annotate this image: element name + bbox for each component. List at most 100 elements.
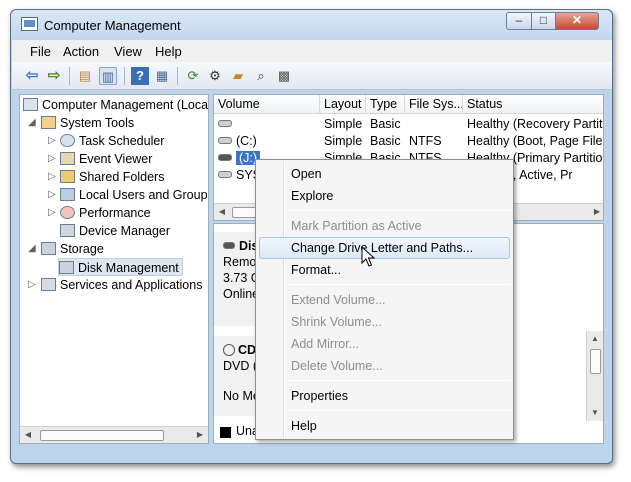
disk-management-icon xyxy=(59,261,74,274)
scroll-right-icon[interactable]: ▶ xyxy=(589,204,603,220)
menu-item-help[interactable]: Help xyxy=(259,415,510,437)
cell-file-system: NTFS xyxy=(409,134,442,148)
tree-node-event-viewer[interactable]: Event Viewer xyxy=(60,150,152,168)
refresh-icon[interactable]: ⟳ xyxy=(184,67,202,85)
maximize-button[interactable]: □ xyxy=(531,12,556,30)
context-menu: Open Explore Mark Partition as Active Ch… xyxy=(255,159,514,440)
toolbar-separator xyxy=(124,67,125,85)
title-bar[interactable]: Computer Management – □ ✕ xyxy=(11,10,612,40)
unallocated-legend-swatch xyxy=(220,427,231,438)
scroll-right-icon[interactable]: ▶ xyxy=(192,427,208,443)
forward-arrow-icon[interactable]: ⇨ xyxy=(45,67,63,85)
collapse-icon[interactable]: ◢ xyxy=(28,114,36,132)
menu-bar: File Action View Help xyxy=(12,40,612,62)
settings-icon[interactable]: ⚙ xyxy=(206,67,224,85)
menu-separator xyxy=(286,284,510,285)
expand-icon[interactable]: ▷ xyxy=(48,204,56,222)
back-arrow-icon[interactable]: ⇦ xyxy=(23,67,41,85)
menu-separator xyxy=(286,410,510,411)
menu-item-explore[interactable]: Explore xyxy=(259,185,510,207)
menu-item-shrink-volume[interactable]: Shrink Volume... xyxy=(259,311,510,333)
clock-icon xyxy=(60,134,75,147)
tree-horizontal-scrollbar[interactable]: ◀ ▶ xyxy=(20,426,208,443)
menu-item-format[interactable]: Format... xyxy=(259,259,510,281)
storage-icon xyxy=(41,242,56,255)
menu-separator xyxy=(286,210,510,211)
drive-icon xyxy=(218,137,232,144)
menu-item-properties[interactable]: Properties xyxy=(259,385,510,407)
export-icon[interactable]: ▩ xyxy=(275,67,293,85)
window-title: Computer Management xyxy=(44,18,181,33)
menu-help[interactable]: Help xyxy=(155,44,182,59)
expand-icon[interactable]: ▷ xyxy=(48,150,56,168)
computer-icon xyxy=(23,98,38,111)
disk-2-name: CD xyxy=(238,343,257,357)
event-viewer-icon xyxy=(60,152,75,165)
table-row[interactable]: Simple Basic Healthy (Recovery Partition… xyxy=(214,116,603,133)
scroll-left-icon[interactable]: ◀ xyxy=(20,427,36,443)
column-volume[interactable]: Volume xyxy=(214,95,320,114)
search-icon[interactable]: ⌕ xyxy=(252,67,270,85)
scrollbar-thumb[interactable] xyxy=(590,349,601,374)
drive-icon xyxy=(218,154,232,161)
column-file-system[interactable]: File Sys... xyxy=(405,95,463,114)
expand-icon[interactable]: ▷ xyxy=(48,132,56,150)
scrollbar-thumb[interactable] xyxy=(40,430,164,441)
cell-type: Basic xyxy=(370,134,401,148)
status-bar xyxy=(19,446,605,460)
menu-action[interactable]: Action xyxy=(63,44,99,59)
drive-icon xyxy=(218,120,232,127)
column-type[interactable]: Type xyxy=(366,95,405,114)
help-icon[interactable]: ? xyxy=(131,67,149,85)
tree-node-local-users[interactable]: Local Users and Groups xyxy=(60,186,208,204)
menu-item-add-mirror[interactable]: Add Mirror... xyxy=(259,333,510,355)
menu-item-extend-volume[interactable]: Extend Volume... xyxy=(259,289,510,311)
up-folder-icon[interactable]: ▤ xyxy=(76,67,94,85)
menu-item-mark-active[interactable]: Mark Partition as Active xyxy=(259,215,510,237)
table-row[interactable]: (C:) Simple Basic NTFS Healthy (Boot, Pa… xyxy=(214,133,603,150)
mouse-cursor-icon xyxy=(361,246,375,267)
scroll-down-icon[interactable]: ▼ xyxy=(587,405,603,421)
open-folder-icon[interactable]: ▰ xyxy=(229,67,247,85)
tree-node-disk-management[interactable]: Disk Management xyxy=(58,258,183,276)
column-layout[interactable]: Layout xyxy=(320,95,366,114)
dvd-icon xyxy=(223,344,235,356)
services-icon xyxy=(41,278,56,291)
tree-node-services[interactable]: Services and Applications xyxy=(41,276,202,294)
scroll-up-icon[interactable]: ▲ xyxy=(587,331,603,347)
show-hide-tree-icon[interactable]: ▥ xyxy=(99,67,117,85)
menu-item-open[interactable]: Open xyxy=(259,163,510,185)
minimize-button[interactable]: – xyxy=(506,12,532,30)
tree-node-system-tools[interactable]: System Tools xyxy=(41,114,134,132)
volume-list-header: Volume Layout Type File Sys... Status xyxy=(214,95,603,114)
menu-item-delete-volume[interactable]: Delete Volume... xyxy=(259,355,510,377)
cell-status: Healthy (Boot, Page File, Cr xyxy=(467,134,604,148)
cell-type: Basic xyxy=(370,117,401,131)
computer-management-icon xyxy=(21,17,38,31)
performance-icon xyxy=(60,206,75,219)
users-icon xyxy=(60,188,75,201)
shared-folder-icon xyxy=(60,170,75,183)
expand-icon[interactable]: ▷ xyxy=(28,276,36,294)
tree-node-performance[interactable]: Performance xyxy=(60,204,151,222)
expand-icon[interactable]: ▷ xyxy=(48,168,56,186)
tree-node-device-manager[interactable]: Device Manager xyxy=(60,222,170,240)
properties-icon[interactable]: ▦ xyxy=(153,67,171,85)
expand-icon[interactable]: ▷ xyxy=(48,186,56,204)
menu-item-change-drive-letter[interactable]: Change Drive Letter and Paths... xyxy=(259,237,510,259)
cell-layout: Simple xyxy=(324,134,363,148)
tree-node-shared-folders[interactable]: Shared Folders xyxy=(60,168,164,186)
toolbar-separator xyxy=(69,67,70,85)
menu-file[interactable]: File xyxy=(30,44,51,59)
collapse-icon[interactable]: ◢ xyxy=(28,240,36,258)
tree-node-root[interactable]: Computer Management (Local xyxy=(23,96,208,114)
close-button[interactable]: ✕ xyxy=(555,12,599,30)
scroll-left-icon[interactable]: ◀ xyxy=(214,204,230,220)
tree-node-storage[interactable]: Storage xyxy=(41,240,104,258)
column-status[interactable]: Status xyxy=(463,95,603,114)
tree-node-task-scheduler[interactable]: Task Scheduler xyxy=(60,132,164,150)
drive-icon xyxy=(218,171,232,178)
menu-separator xyxy=(286,380,510,381)
menu-view[interactable]: View xyxy=(114,44,142,59)
disk-vertical-scrollbar[interactable]: ▲ ▼ xyxy=(586,331,603,421)
